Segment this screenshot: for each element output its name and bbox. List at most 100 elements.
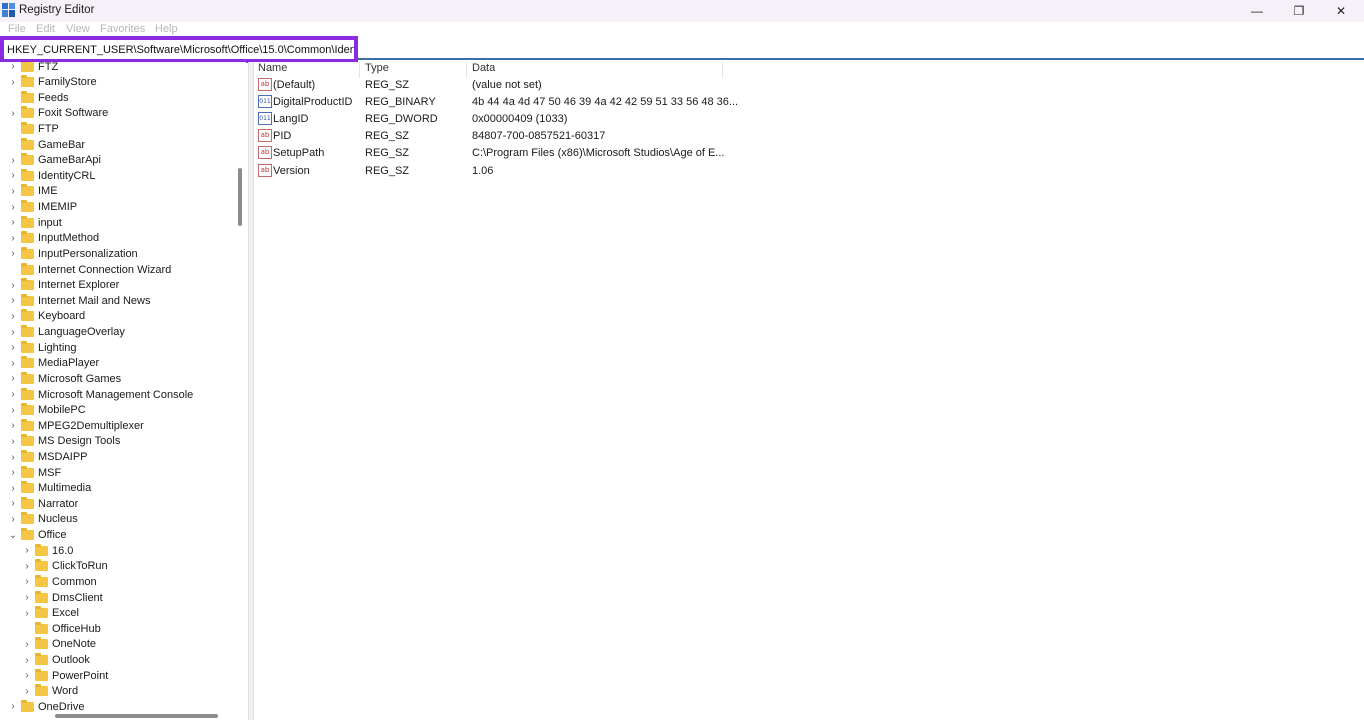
expand-chevron-icon[interactable]: ›: [22, 606, 32, 621]
expand-chevron-icon[interactable]: [22, 621, 32, 636]
expand-chevron-icon[interactable]: ›: [8, 356, 18, 371]
expand-chevron-icon[interactable]: ›: [8, 231, 18, 246]
expand-chevron-icon[interactable]: ›: [8, 278, 18, 293]
menu-view[interactable]: View: [66, 23, 90, 35]
tree-item[interactable]: › IdentityCRL: [8, 168, 95, 183]
value-row[interactable]: 011 LangID REG_DWORD 0x00000409 (1033): [254, 111, 954, 128]
address-input[interactable]: HKEY_CURRENT_USER\Software\Microsoft\Off…: [0, 36, 358, 63]
menu-help[interactable]: Help: [155, 23, 178, 35]
tree-item[interactable]: GameBar: [8, 137, 85, 152]
expand-chevron-icon[interactable]: ›: [8, 340, 18, 355]
close-button[interactable]: ✕: [1318, 0, 1364, 22]
tree-item[interactable]: › input: [8, 215, 62, 230]
expand-chevron-icon[interactable]: ›: [8, 387, 18, 402]
tree-item[interactable]: › LanguageOverlay: [8, 325, 125, 340]
tree-item[interactable]: Internet Connection Wizard: [8, 262, 171, 277]
expand-chevron-icon[interactable]: ›: [8, 325, 18, 340]
tree-item[interactable]: › Microsoft Games: [8, 371, 121, 386]
tree-vertical-scrollbar[interactable]: [238, 168, 242, 226]
tree-item[interactable]: › MobilePC: [8, 403, 86, 418]
column-divider[interactable]: [466, 62, 467, 78]
expand-chevron-icon[interactable]: ›: [8, 450, 18, 465]
expand-chevron-icon[interactable]: [8, 90, 18, 105]
expand-chevron-icon[interactable]: ›: [8, 246, 18, 261]
tree-item[interactable]: › MediaPlayer: [8, 356, 99, 371]
tree-item[interactable]: › GameBarApi: [8, 153, 101, 168]
menu-file[interactable]: File: [8, 23, 26, 35]
tree-item[interactable]: › OneDrive: [8, 699, 84, 714]
tree-item[interactable]: › ClickToRun: [22, 559, 108, 574]
tree-item[interactable]: › FamilyStore: [8, 75, 97, 90]
expand-chevron-icon[interactable]: [8, 121, 18, 136]
tree-item[interactable]: OfficeHub: [22, 621, 101, 636]
expand-chevron-icon[interactable]: ›: [8, 465, 18, 480]
column-header-data[interactable]: Data: [472, 62, 495, 76]
tree-item[interactable]: › Foxit Software: [8, 106, 108, 121]
tree-item[interactable]: › 16.0: [22, 543, 73, 558]
expand-chevron-icon[interactable]: ⌄: [8, 528, 18, 543]
expand-chevron-icon[interactable]: ›: [8, 699, 18, 714]
expand-chevron-icon[interactable]: ›: [8, 215, 18, 230]
tree-item[interactable]: › FTZ: [8, 62, 58, 74]
expand-chevron-icon[interactable]: ›: [22, 684, 32, 699]
value-row[interactable]: 011 DigitalProductID REG_BINARY 4b 44 4a 4d…: [254, 94, 954, 111]
tree-item[interactable]: › InputPersonalization: [8, 246, 138, 261]
tree-item[interactable]: › PowerPoint: [22, 668, 108, 683]
tree-item[interactable]: › MPEG2Demultiplexer: [8, 418, 144, 433]
expand-chevron-icon[interactable]: ›: [8, 371, 18, 386]
tree-item[interactable]: › DmsClient: [22, 590, 103, 605]
minimize-button[interactable]: —: [1234, 0, 1280, 22]
column-divider[interactable]: [722, 62, 723, 78]
expand-chevron-icon[interactable]: ›: [22, 559, 32, 574]
tree-item[interactable]: › Excel: [22, 606, 79, 621]
expand-chevron-icon[interactable]: ›: [8, 75, 18, 90]
tree-item[interactable]: › Nucleus: [8, 512, 78, 527]
expand-chevron-icon[interactable]: ›: [22, 543, 32, 558]
tree-item[interactable]: › Outlook: [22, 653, 90, 668]
expand-chevron-icon[interactable]: ›: [8, 434, 18, 449]
column-header-type[interactable]: Type: [365, 62, 389, 76]
tree-item[interactable]: › Word: [22, 684, 78, 699]
expand-chevron-icon[interactable]: ›: [8, 481, 18, 496]
tree-item[interactable]: › Multimedia: [8, 481, 91, 496]
value-row[interactable]: ab SetupPath REG_SZ C:\Program Files (x86)\…: [254, 145, 954, 162]
tree-item[interactable]: Feeds: [8, 90, 69, 105]
expand-chevron-icon[interactable]: ›: [8, 200, 18, 215]
tree-item[interactable]: › IME: [8, 184, 58, 199]
expand-chevron-icon[interactable]: ›: [8, 512, 18, 527]
tree-item[interactable]: › IMEMIP: [8, 200, 77, 215]
expand-chevron-icon[interactable]: [8, 137, 18, 152]
tree-item[interactable]: › Narrator: [8, 496, 78, 511]
expand-chevron-icon[interactable]: ›: [22, 668, 32, 683]
expand-chevron-icon[interactable]: ›: [8, 184, 18, 199]
value-row[interactable]: ab Version REG_SZ 1.06: [254, 163, 954, 180]
value-row[interactable]: ab (Default) REG_SZ (value not set): [254, 77, 954, 94]
expand-chevron-icon[interactable]: ›: [8, 62, 18, 74]
menu-edit[interactable]: Edit: [36, 23, 55, 35]
tree-item[interactable]: FTP: [8, 121, 59, 136]
tree-item[interactable]: › Lighting: [8, 340, 77, 355]
maximize-button[interactable]: ❐: [1276, 0, 1322, 22]
expand-chevron-icon[interactable]: ›: [22, 637, 32, 652]
expand-chevron-icon[interactable]: ›: [8, 418, 18, 433]
tree-item[interactable]: › InputMethod: [8, 231, 99, 246]
expand-chevron-icon[interactable]: ›: [8, 106, 18, 121]
expand-chevron-icon[interactable]: ›: [22, 574, 32, 589]
tree-horizontal-scrollbar[interactable]: [55, 714, 218, 718]
key-tree[interactable]: › FTZ › FamilyStore Feeds › Foxit Software FTP G…: [0, 62, 246, 720]
tree-item[interactable]: › Internet Explorer: [8, 278, 119, 293]
expand-chevron-icon[interactable]: ›: [8, 293, 18, 308]
values-list[interactable]: Name Type Data ab (Default) REG_SZ (value n…: [254, 62, 1364, 720]
value-row[interactable]: ab PID REG_SZ 84807-700-0857521-60317: [254, 128, 954, 145]
tree-item[interactable]: › Common: [22, 574, 97, 589]
tree-item[interactable]: › OneNote: [22, 637, 96, 652]
expand-chevron-icon[interactable]: ›: [8, 309, 18, 324]
tree-item[interactable]: ⌄ Office: [8, 528, 67, 543]
expand-chevron-icon[interactable]: ›: [22, 653, 32, 668]
tree-item[interactable]: › MSF: [8, 465, 61, 480]
tree-item[interactable]: › MSDAIPP: [8, 450, 88, 465]
menu-favorites[interactable]: Favorites: [100, 23, 145, 35]
expand-chevron-icon[interactable]: ›: [8, 496, 18, 511]
tree-item[interactable]: › Microsoft Management Console: [8, 387, 193, 402]
tree-item[interactable]: › Internet Mail and News: [8, 293, 151, 308]
